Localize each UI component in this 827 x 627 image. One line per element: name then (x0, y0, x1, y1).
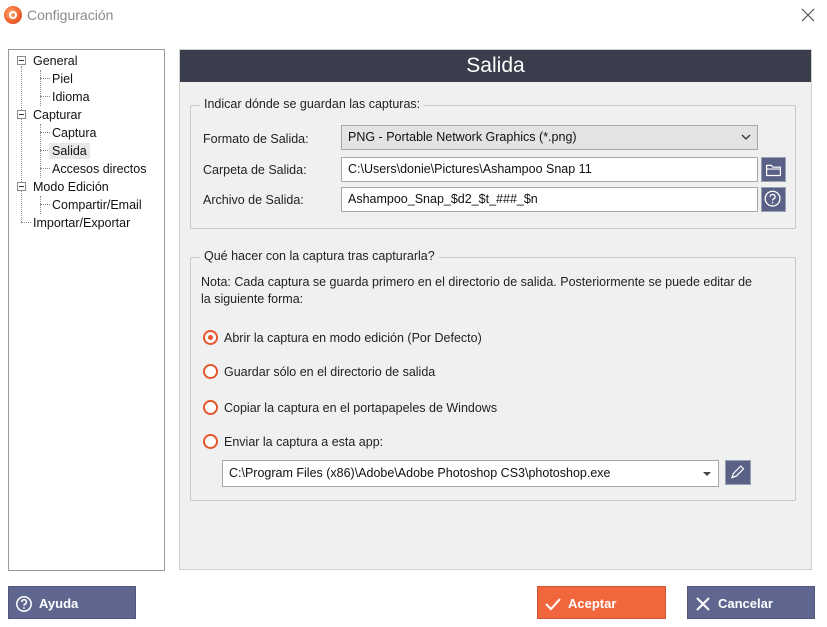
format-dropdown[interactable]: PNG - Portable Network Graphics (*.png) (341, 125, 758, 150)
help-button-label: Ayuda (39, 596, 79, 611)
tree-item-modo-edicion[interactable]: Modo Edición (33, 179, 109, 195)
checkmark-icon (545, 598, 561, 611)
title-bar: Configuración (0, 0, 827, 32)
tree-expander-modo-edicion[interactable] (17, 182, 26, 191)
close-icon[interactable] (797, 4, 819, 26)
radio-save-only[interactable] (203, 364, 218, 379)
app-path-value: C:\Program Files (x86)\Adobe\Adobe Photo… (229, 466, 611, 480)
folder-input[interactable]: C:\Users\donie\Pictures\Ashampoo Snap 11 (341, 157, 758, 182)
note-text: Nota: Cada captura se guarda primero en … (201, 274, 752, 308)
radio-send-to-app[interactable] (203, 434, 218, 449)
option-save-only-label[interactable]: Guardar sólo en el directorio de salida (224, 365, 435, 379)
cancel-button-label: Cancelar (718, 596, 773, 611)
file-name-value: Ashampoo_Snap_$d2_$t_###_$n (348, 192, 538, 206)
settings-tree: General Piel Idioma Capturar Captura Sal… (8, 49, 165, 571)
help-icon (16, 596, 32, 612)
folder-icon (766, 164, 781, 177)
tree-expander-general[interactable] (17, 56, 26, 65)
tree-expander-capturar[interactable] (17, 110, 26, 119)
option-open-edit-mode-label[interactable]: Abrir la captura en modo edición (Por De… (224, 331, 482, 345)
output-group-legend: Indicar dónde se guardan las capturas: (200, 97, 425, 111)
question-icon (764, 190, 781, 207)
tree-item-captura[interactable]: Captura (52, 125, 96, 141)
accept-button-label: Aceptar (568, 596, 617, 611)
edit-app-path-button[interactable] (725, 460, 751, 485)
file-name-help-button[interactable] (761, 187, 786, 212)
option-send-to-app-label[interactable]: Enviar la captura a esta app: (224, 435, 383, 449)
radio-copy-clipboard[interactable] (203, 400, 218, 415)
close-x-icon (696, 597, 710, 611)
folder-value: C:\Users\donie\Pictures\Ashampoo Snap 11 (348, 162, 592, 176)
option-copy-clipboard-label[interactable]: Copiar la captura en el portapapeles de … (224, 401, 497, 415)
note-line-1: Nota: Cada captura se guarda primero en … (201, 275, 753, 289)
window-title: Configuración (27, 7, 114, 23)
browse-folder-button[interactable] (761, 157, 786, 182)
tree-item-accesos-directos[interactable]: Accesos directos (52, 161, 146, 177)
radio-open-edit-mode[interactable] (203, 330, 218, 345)
tree-item-general[interactable]: General (33, 53, 77, 69)
app-path-dropdown[interactable]: C:\Program Files (x86)\Adobe\Adobe Photo… (222, 460, 719, 487)
dropdown-arrow-icon (703, 472, 711, 476)
tree-item-importar-exportar[interactable]: Importar/Exportar (33, 215, 130, 231)
page-title: Salida (180, 50, 811, 82)
format-value: PNG - Portable Network Graphics (*.png) (348, 130, 577, 144)
tree-item-salida[interactable]: Salida (49, 143, 90, 159)
tree-item-compartir-email[interactable]: Compartir/Email (52, 197, 142, 213)
tree-item-idioma[interactable]: Idioma (52, 89, 90, 105)
app-logo-icon (4, 6, 22, 24)
folder-label: Carpeta de Salida: (203, 163, 307, 177)
tree-item-piel[interactable]: Piel (52, 71, 73, 87)
note-line-2: la siguiente forma: (201, 292, 304, 306)
tree-item-capturar[interactable]: Capturar (33, 107, 82, 123)
pencil-icon (731, 465, 745, 479)
file-name-input[interactable]: Ashampoo_Snap_$d2_$t_###_$n (341, 187, 758, 212)
settings-panel: Salida Indicar dónde se guardan las capt… (179, 49, 812, 570)
after-group-legend: Qué hacer con la captura tras capturarla… (200, 249, 439, 263)
format-label: Formato de Salida: (203, 132, 309, 146)
cancel-button[interactable]: Cancelar (687, 586, 815, 619)
help-button[interactable]: Ayuda (8, 586, 136, 619)
chevron-down-icon (741, 134, 751, 140)
file-label: Archivo de Salida: (203, 193, 304, 207)
accept-button[interactable]: Aceptar (537, 586, 666, 619)
